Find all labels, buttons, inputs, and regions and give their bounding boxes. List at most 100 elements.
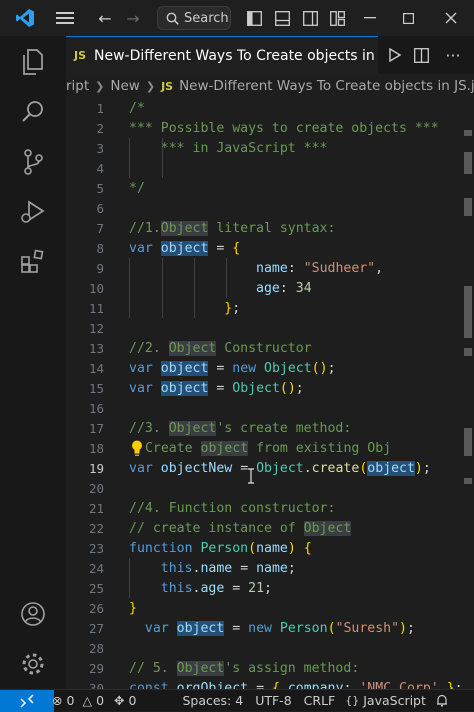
- search-sidebar-icon[interactable]: [0, 90, 66, 134]
- code-line: 13 //2. Object Constructor: [66, 338, 474, 358]
- code-line: 14 var object = new Object();: [66, 358, 474, 378]
- code-line: 27 var object = new Person("Suresh");: [66, 618, 474, 638]
- forward-arrow-icon[interactable]: →: [121, 0, 145, 36]
- line-number: 28: [88, 640, 104, 656]
- code-text: function Person(name) {: [129, 540, 312, 556]
- ports-status[interactable]: ✥ 0: [114, 693, 136, 708]
- code-text: // create instance of Object: [129, 520, 352, 536]
- line-number: 12: [88, 320, 104, 336]
- editor-scrollbar[interactable]: [460, 98, 474, 689]
- language-status[interactable]: {} JavaScript: [345, 693, 426, 708]
- code-text: // 5. Object's assign method:: [129, 660, 360, 676]
- language-label: JavaScript: [363, 693, 426, 708]
- customize-layout-icon[interactable]: [326, 0, 348, 36]
- line-number: 21: [88, 500, 104, 516]
- code-line: 20: [66, 478, 474, 498]
- code-line: 28: [66, 638, 474, 658]
- encoding-status[interactable]: UTF-8: [255, 693, 291, 708]
- code-line: 2 *** Possible ways to create objects ***: [66, 118, 474, 138]
- line-number: 7: [96, 220, 104, 236]
- code-line: 29 // 5. Object's assign method:: [66, 658, 474, 678]
- line-number: 23: [88, 540, 104, 556]
- indentation-status[interactable]: Spaces: 4: [182, 693, 243, 708]
- warning-icon: △: [82, 693, 93, 708]
- vscode-logo-icon: [10, 0, 40, 36]
- code-text: //3. Object's create method:: [129, 420, 352, 436]
- code-line: 8 var object = {: [66, 238, 474, 258]
- split-editor-icon[interactable]: [410, 36, 432, 74]
- line-number: 8: [96, 240, 104, 256]
- code-text: //2. Object Constructor: [129, 340, 312, 356]
- line-number: 6: [96, 200, 104, 216]
- code-line: 12: [66, 318, 474, 338]
- line-number: 4: [96, 160, 104, 176]
- remote-indicator-icon[interactable]: [0, 689, 54, 712]
- code-line: 22 // create instance of Object: [66, 518, 474, 538]
- code-text: const orgObject = { company: 'NMC Corp' …: [129, 680, 463, 690]
- code-line: 10 age: 34: [66, 278, 474, 298]
- code-line: 3 *** in JavaScript ***: [66, 138, 474, 158]
- breadcrumb-folder-partial[interactable]: ript: [66, 78, 89, 94]
- ports-count: 0: [128, 693, 137, 708]
- back-arrow-icon[interactable]: ←: [93, 0, 117, 36]
- menu-icon[interactable]: [52, 0, 78, 36]
- code-text: var object = {: [129, 240, 241, 256]
- code-line: 9 name: "Sudheer",: [66, 258, 474, 278]
- minimize-icon[interactable]: [355, 0, 385, 36]
- line-number: 9: [96, 260, 104, 276]
- line-number: 17: [88, 420, 104, 436]
- chevron-right-icon: ❯: [95, 79, 105, 93]
- code-line: 21 //4. Function constructor:: [66, 498, 474, 518]
- line-number: 18: [88, 440, 104, 456]
- source-control-icon[interactable]: [0, 140, 66, 184]
- more-actions-icon[interactable]: ···: [440, 36, 466, 74]
- run-file-icon[interactable]: [384, 36, 406, 74]
- editor-tab-bar: JS New-Different Ways To Create objects …: [66, 36, 474, 75]
- title-bar: ← → Search: [0, 0, 474, 37]
- breadcrumb: ript ❯ New ❯ JS New-Different Ways To Cr…: [66, 74, 474, 98]
- code-text: *** Possible ways to create objects ***: [129, 120, 439, 136]
- run-debug-icon[interactable]: [0, 190, 66, 234]
- javascript-file-icon: JS: [74, 49, 87, 62]
- line-number: 16: [88, 400, 104, 416]
- code-line: 30 const orgObject = { company: 'NMC Corp…: [66, 678, 474, 690]
- toggle-secondary-sidebar-icon[interactable]: [300, 0, 320, 36]
- tab-active-file[interactable]: JS New-Different Ways To Create objects …: [66, 36, 378, 74]
- code-text: *** in JavaScript ***: [129, 140, 328, 156]
- extensions-icon[interactable]: [0, 240, 66, 284]
- scroll-marker: [464, 478, 472, 484]
- toggle-panel-icon[interactable]: [272, 0, 292, 36]
- line-number: 27: [88, 620, 104, 636]
- maximize-icon[interactable]: [393, 0, 423, 36]
- settings-gear-icon[interactable]: [0, 642, 66, 686]
- breadcrumb-file[interactable]: New-Different Ways To Create objects in …: [179, 78, 474, 94]
- error-count: 0: [66, 693, 75, 708]
- line-number: 11: [88, 300, 104, 316]
- javascript-file-icon: JS: [161, 79, 174, 93]
- close-icon[interactable]: [436, 0, 466, 36]
- line-number: 10: [88, 280, 104, 296]
- code-editor[interactable]: 1 /* 2 *** Possible ways to create objects…: [66, 98, 474, 689]
- eol-status[interactable]: CRLF: [304, 693, 336, 708]
- line-number: 24: [88, 560, 104, 576]
- line-number: 22: [88, 520, 104, 536]
- notifications-bell-icon[interactable]: [436, 694, 448, 707]
- scroll-marker: [464, 348, 472, 356]
- code-text: age: 34: [256, 280, 312, 296]
- status-bar: ⊗ 0 △ 0 ✥ 0 Spaces: 4 UTF-8 CRLF {} Java…: [0, 689, 474, 712]
- lightbulb-icon[interactable]: [130, 439, 144, 457]
- code-text: name: "Sudheer",: [256, 260, 384, 276]
- line-number: 15: [88, 380, 104, 396]
- toggle-primary-sidebar-icon[interactable]: [244, 0, 264, 36]
- code-line: 24 this.name = name;: [66, 558, 474, 578]
- code-text: };: [224, 300, 241, 316]
- account-icon[interactable]: [0, 592, 66, 636]
- explorer-icon[interactable]: [0, 40, 66, 84]
- code-text: var object = new Person("Suresh");: [144, 620, 415, 636]
- error-icon: ⊗: [52, 693, 63, 708]
- problems-status[interactable]: ⊗ 0 △ 0: [52, 693, 104, 708]
- breadcrumb-folder-new[interactable]: New: [110, 78, 139, 94]
- code-line-active: 19 var objectNew = Object.create(object);: [66, 458, 474, 478]
- line-number: 2: [96, 120, 104, 136]
- search-box[interactable]: Search: [157, 6, 231, 30]
